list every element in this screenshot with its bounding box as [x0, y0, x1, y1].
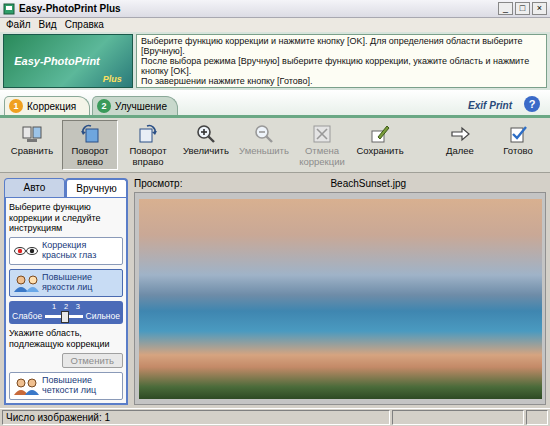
- red-eye-icon: [13, 242, 39, 260]
- mode-tab[interactable]: Авто: [4, 178, 65, 197]
- sidebar: АвтоВручную Выберите функцию коррекции и…: [4, 178, 128, 405]
- toolbar-button[interactable]: Сравнить: [4, 120, 60, 170]
- preview-filename: BeachSunset.jpg: [190, 178, 546, 190]
- toolbar-button[interactable]: Поворот вправо: [120, 120, 176, 170]
- correction-button-label: Повышение четкости лиц: [42, 376, 119, 396]
- toolbar-button[interactable]: Увеличить: [178, 120, 234, 170]
- action-row: Отменить: [9, 353, 123, 368]
- face-sharpen-icon: [13, 377, 39, 395]
- mode-tab[interactable]: Вручную: [65, 178, 128, 197]
- zoom-in-icon: [195, 123, 217, 145]
- exif-print-logo: Exif Print: [468, 100, 512, 111]
- preview-label: Просмотр:: [134, 178, 182, 190]
- sidebar-panel: Выберите функцию коррекции и следуйте ин…: [4, 197, 128, 405]
- instruction-line: Выберите функцию коррекции и нажмите кно…: [141, 36, 542, 56]
- window-controls: _□×: [498, 2, 547, 15]
- slider-min-label: Слабое: [12, 311, 42, 321]
- instruction-line: После выбора режима [Вручную] выберите ф…: [141, 56, 542, 76]
- preview-header: Просмотр: BeachSunset.jpg: [134, 178, 546, 190]
- slider-track[interactable]: [45, 315, 82, 318]
- status-bar: Число изображений: 1: [0, 408, 550, 426]
- preview-panel: Просмотр: BeachSunset.jpg: [134, 178, 546, 405]
- window-title: Easy-PhotoPrint Plus: [19, 3, 494, 14]
- mode-tabs: АвтоВручную: [4, 178, 128, 197]
- toolbar-button[interactable]: Поворот влево: [62, 120, 118, 170]
- status-cell: [526, 410, 548, 425]
- toolbar-button-label: Поворот вправо: [122, 146, 174, 167]
- toolbar-button[interactable]: Сохранить: [352, 120, 408, 170]
- instruction-line: По завершении нажмите кнопку [Готово].: [141, 76, 542, 86]
- slider-thumb[interactable]: [61, 311, 69, 323]
- app-icon: [3, 3, 15, 15]
- photo[interactable]: [139, 199, 542, 399]
- toolbar-button-label: Поворот влево: [64, 146, 116, 167]
- toolbar-button-label: Увеличить: [183, 146, 229, 156]
- window-control-button[interactable]: ×: [532, 2, 547, 15]
- correction-button[interactable]: Повышение яркости лиц: [9, 269, 123, 297]
- spacer: [410, 120, 430, 170]
- header: Easy-PhotoPrint Plus Выберите функцию ко…: [0, 32, 550, 90]
- logo-badge: Plus: [103, 74, 122, 87]
- title-bar: Easy-PhotoPrint Plus _□×: [0, 0, 550, 18]
- logo-text: Easy-PhotoPrint: [14, 55, 100, 67]
- slider-tick: 1: [52, 302, 56, 311]
- slider-max-label: Сильное: [86, 311, 120, 321]
- toolbar-button-label: Уменьшить: [239, 146, 289, 156]
- step-label: Коррекция: [27, 101, 76, 112]
- next-arrow-icon: [449, 123, 471, 145]
- correction-button-label: Повышение яркости лиц: [42, 273, 119, 293]
- instructions-box: Выберите функцию коррекции и нажмите кно…: [136, 34, 547, 88]
- done-icon: [507, 123, 529, 145]
- strength-slider: 123 Слабое Сильное: [9, 301, 123, 324]
- rotate-right-icon: [137, 123, 159, 145]
- menu-bar: Файл Вид Справка: [0, 18, 550, 32]
- step-number: 2: [97, 99, 111, 113]
- sidebar-intro: Выберите функцию коррекции и следуйте ин…: [9, 202, 123, 233]
- menu-item[interactable]: Вид: [39, 19, 57, 31]
- toolbar-button-label: Отмена коррекции: [296, 146, 348, 167]
- toolbar: Сравнить Поворот влево Поворот вправо Ув…: [0, 118, 550, 173]
- step-tab[interactable]: 2 Улучшение: [92, 96, 178, 115]
- correction-button-label: Коррекция красных глаз: [42, 241, 119, 261]
- toolbar-button-label: Далее: [446, 146, 474, 156]
- app-window: Easy-PhotoPrint Plus _□× ФайлВидСправка …: [0, 0, 550, 426]
- save-icon: [369, 123, 391, 145]
- window-control-button[interactable]: □: [515, 2, 530, 15]
- status-text: Число изображений: 1: [2, 410, 390, 425]
- preview-area: [134, 192, 546, 405]
- toolbar-button[interactable]: Уменьшить: [236, 120, 292, 170]
- step-tabs: 1 Коррекция2 Улучшение Exif Print ?: [0, 90, 550, 118]
- status-cell: [392, 410, 524, 425]
- rotate-left-icon: [79, 123, 101, 145]
- correction-button[interactable]: Повышение четкости лиц: [9, 372, 123, 400]
- main-area: АвтоВручную Выберите функцию коррекции и…: [0, 173, 550, 408]
- step-tab[interactable]: 1 Коррекция: [4, 96, 90, 115]
- correction-button[interactable]: Коррекция красных глаз: [9, 237, 123, 265]
- toolbar-button[interactable]: Отмена коррекции: [294, 120, 350, 170]
- window-control-button[interactable]: _: [498, 2, 513, 15]
- compare-icon: [21, 123, 43, 145]
- toolbar-button-label: Сравнить: [11, 146, 53, 156]
- toolbar-button[interactable]: Далее: [432, 120, 488, 170]
- cancel-button[interactable]: Отменить: [62, 353, 123, 368]
- slider-tick: 3: [76, 302, 80, 311]
- toolbar-button[interactable]: Готово: [490, 120, 546, 170]
- menu-item[interactable]: Справка: [65, 19, 104, 31]
- toolbar-button-label: Сохранить: [356, 146, 403, 156]
- menu-item[interactable]: Файл: [6, 19, 31, 31]
- sidebar-note: Укажите область, подлежащую коррекции: [9, 328, 123, 349]
- toolbar-button-label: Готово: [503, 146, 532, 156]
- undo-correction-icon: [311, 123, 333, 145]
- slider-row: Слабое Сильное: [12, 311, 120, 321]
- app-logo: Easy-PhotoPrint Plus: [3, 34, 133, 88]
- step-number: 1: [9, 99, 23, 113]
- face-brighten-icon: [13, 274, 39, 292]
- help-button[interactable]: ?: [524, 96, 540, 112]
- zoom-out-icon: [253, 123, 275, 145]
- step-label: Улучшение: [115, 101, 167, 112]
